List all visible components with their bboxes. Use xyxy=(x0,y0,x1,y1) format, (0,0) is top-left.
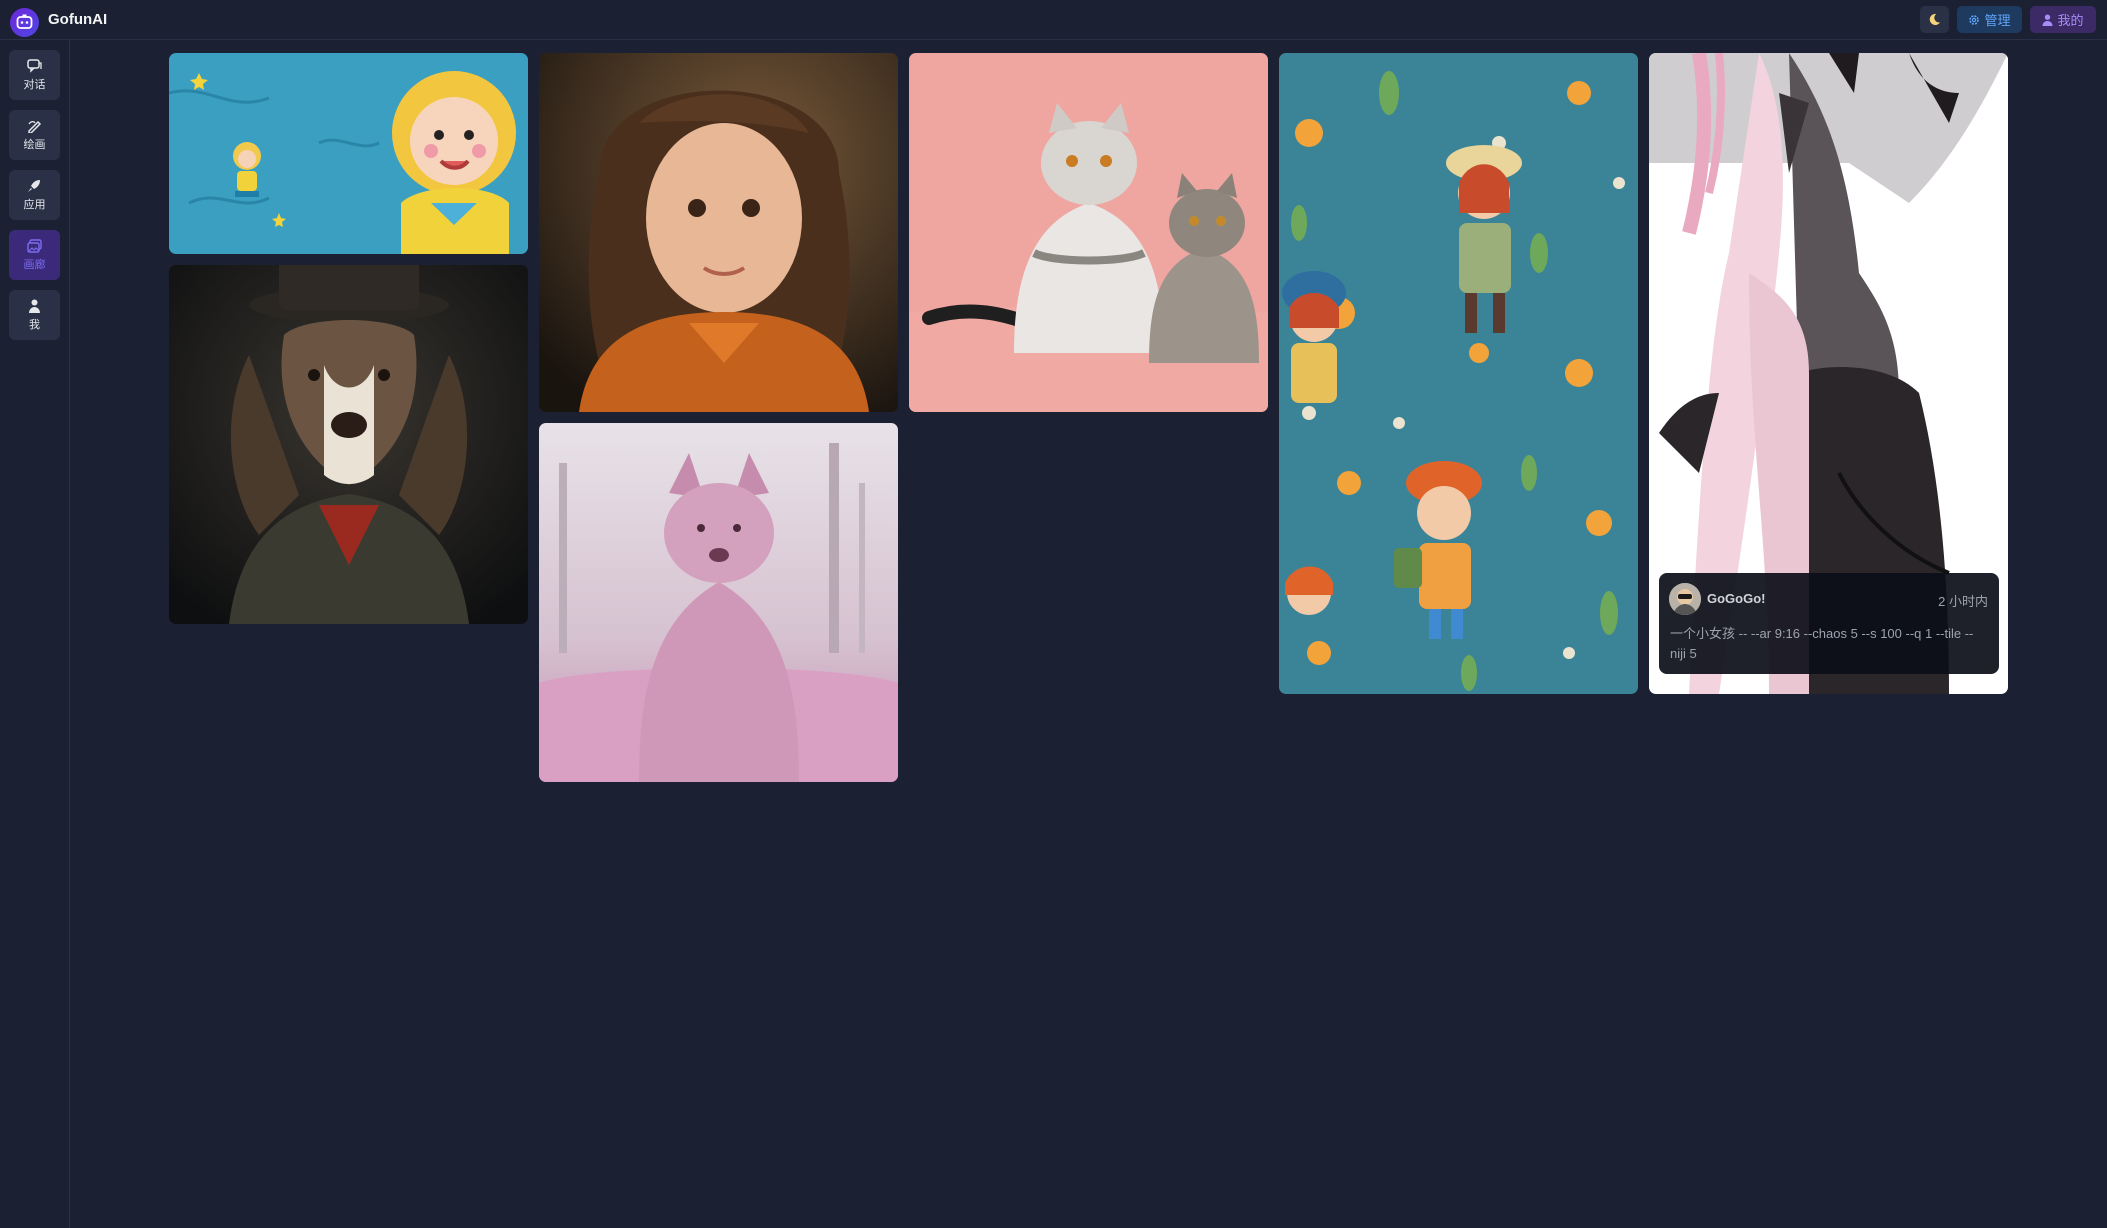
gallery-image[interactable] xyxy=(539,423,898,782)
gallery-image[interactable] xyxy=(909,53,1268,412)
gallery-image[interactable] xyxy=(169,265,528,624)
chat-icon xyxy=(27,58,42,73)
app-title: GofunAI xyxy=(48,11,108,28)
gallery-image[interactable] xyxy=(169,53,528,254)
avatar xyxy=(1669,583,1701,615)
post-time: 2 小时内 xyxy=(1938,594,1988,609)
admin-label: 管理 xyxy=(1984,13,2011,28)
sidebar-item-me[interactable]: 我 xyxy=(9,290,60,340)
image-info-card[interactable]: GoGoGo! 2 小时内 一个小女孩 -- --ar 9:16 --chaos… xyxy=(1659,573,1999,674)
sidebar-item-gallery[interactable]: 画廊 xyxy=(9,230,60,280)
sidebar: 对话 绘画 应用 画廊 我 xyxy=(0,40,70,1228)
admin-button[interactable]: 管理 xyxy=(1957,6,2022,33)
top-bar: GofunAI 管理 我的 xyxy=(0,0,2107,40)
user-icon xyxy=(29,299,40,313)
paint-icon xyxy=(28,120,42,133)
sidebar-item-paint[interactable]: 绘画 xyxy=(9,110,60,160)
theme-toggle-button[interactable] xyxy=(1920,6,1949,33)
sidebar-item-label: 应用 xyxy=(23,198,46,211)
gallery-image[interactable] xyxy=(1279,53,1638,694)
sidebar-item-label: 我 xyxy=(29,318,40,331)
gallery-image[interactable] xyxy=(539,53,898,412)
gallery-icon xyxy=(27,238,42,253)
logo-icon[interactable] xyxy=(10,8,39,37)
sidebar-item-label: 对话 xyxy=(23,78,46,91)
sidebar-item-label: 绘画 xyxy=(23,138,46,151)
gear-icon xyxy=(1969,14,1980,25)
author-name: GoGoGo! xyxy=(1707,591,1766,606)
mine-button[interactable]: 我的 xyxy=(2030,6,2096,33)
sidebar-item-apps[interactable]: 应用 xyxy=(9,170,60,220)
sidebar-item-label: 画廊 xyxy=(23,258,46,271)
mine-label: 我的 xyxy=(2057,13,2084,28)
user-icon xyxy=(2042,14,2053,26)
rocket-icon xyxy=(28,179,40,192)
sidebar-item-chat[interactable]: 对话 xyxy=(9,50,60,100)
moon-icon xyxy=(1929,13,1941,25)
image-prompt: 一个小女孩 -- --ar 9:16 --chaos 5 --s 100 --q… xyxy=(1670,626,1974,661)
